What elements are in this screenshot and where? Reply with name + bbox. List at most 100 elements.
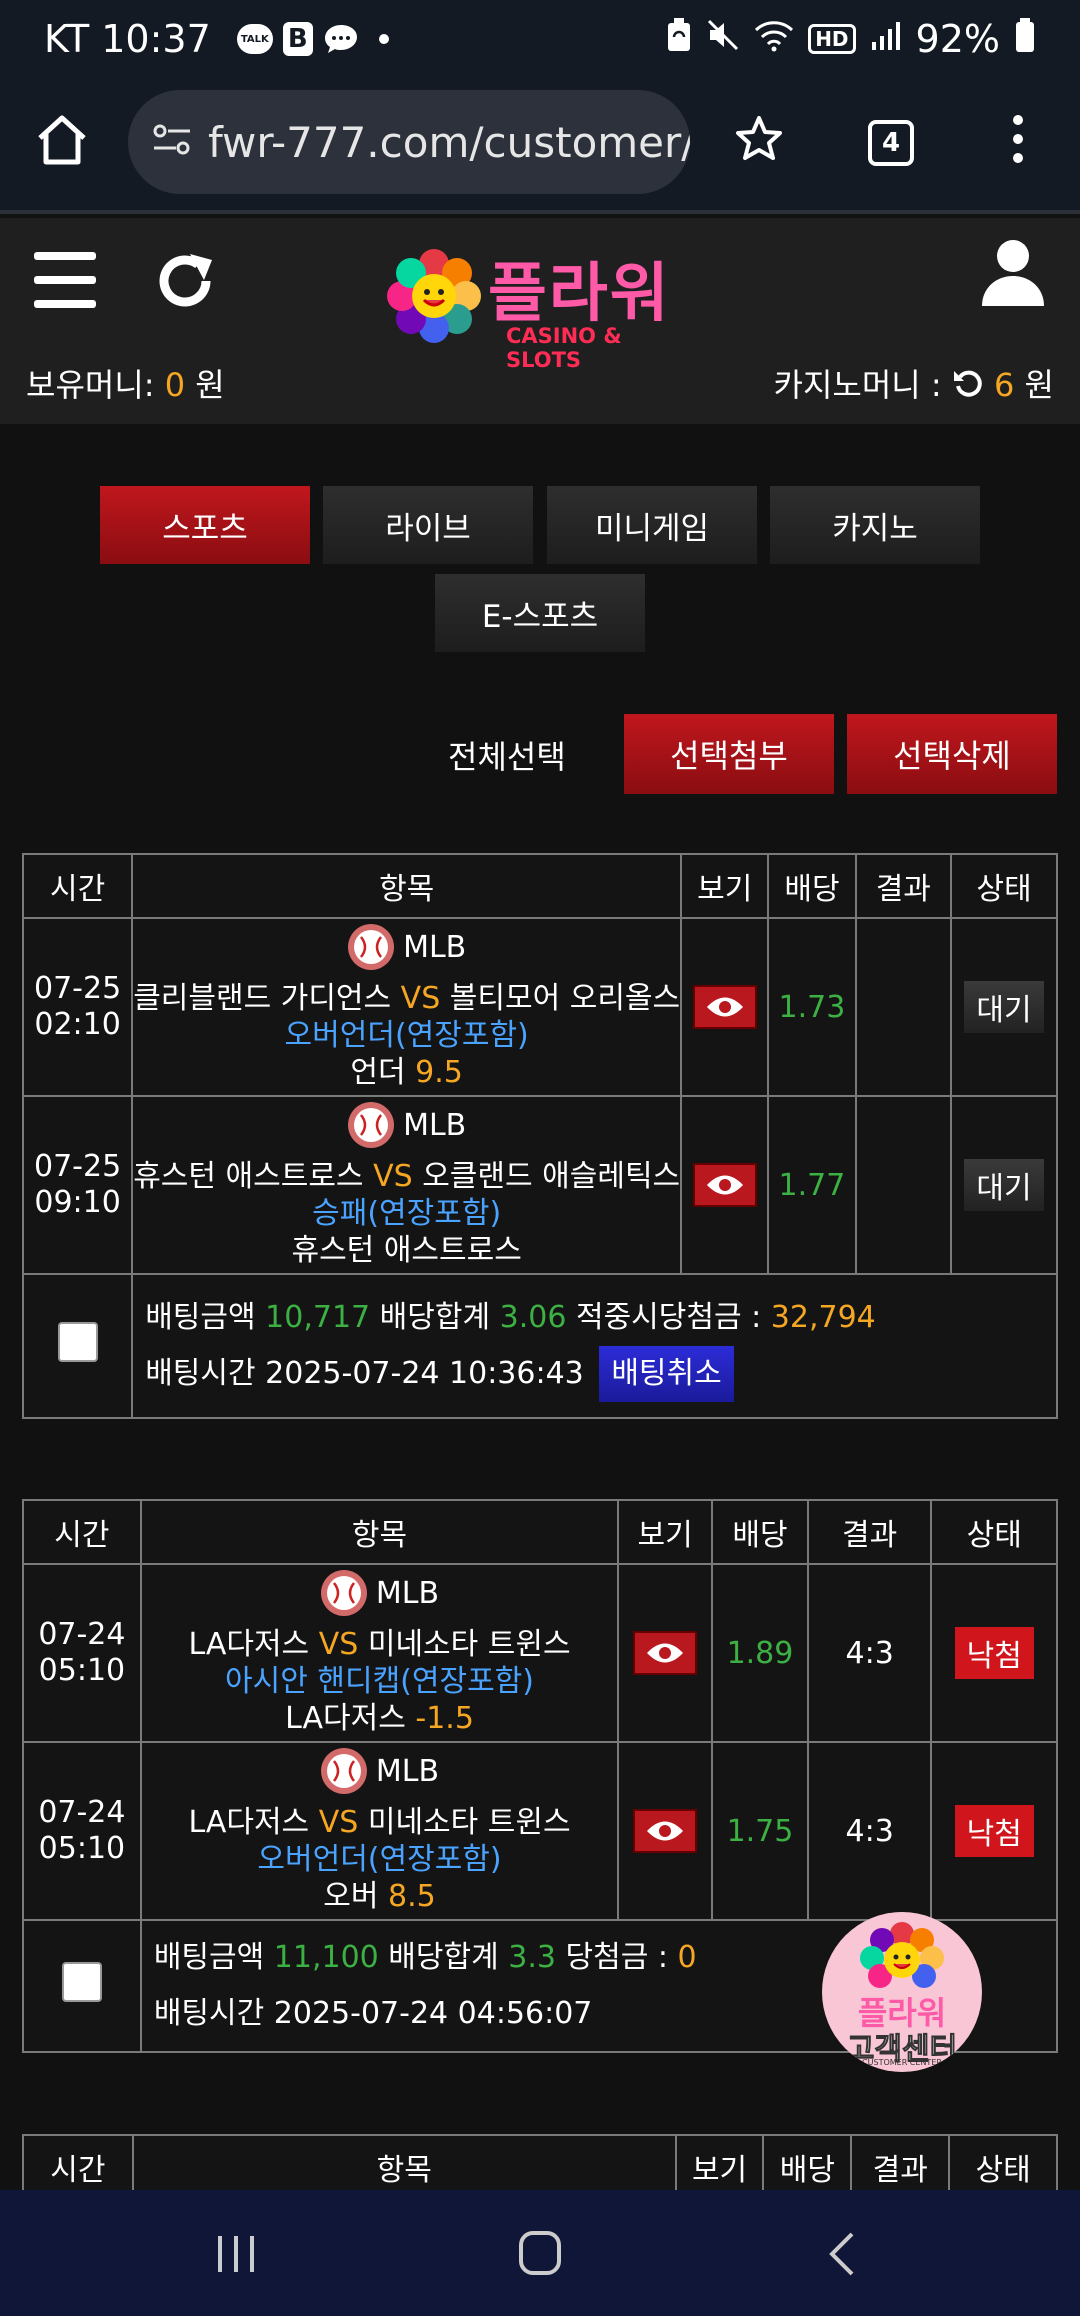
tab-esports[interactable]: E-스포츠 <box>435 574 645 652</box>
casino-refresh-icon[interactable] <box>952 367 984 407</box>
tab-live[interactable]: 라이브 <box>323 486 533 564</box>
header-odds: 배당 <box>711 1499 809 1565</box>
cs-sublabel: CUSTOMER CENTER <box>862 2058 942 2067</box>
odds-value: 1.89 <box>711 1563 809 1743</box>
market-name: 승패(연장포함) <box>312 1196 502 1231</box>
match-datetime: 07-24 05:10 <box>22 1563 142 1743</box>
header-view: 보기 <box>617 1499 714 1565</box>
cancel-bet-button[interactable]: 배팅취소 <box>599 1346 734 1402</box>
hd-voice-icon: HD <box>808 24 856 54</box>
wallet-unit: 원 <box>195 366 225 404</box>
table-row: 07-25 02:10 MLB 클리블랜드 가디언스 VS 볼티모어 오리올스 오… <box>21 917 1058 1097</box>
header-time: 시간 <box>22 1499 142 1565</box>
recycle-icon <box>666 17 692 62</box>
view-eye-icon[interactable] <box>692 985 757 1029</box>
result-value: 4:3 <box>806 1741 933 1921</box>
header-view: 보기 <box>680 853 770 919</box>
match-datetime: 07-25 02:10 <box>21 917 134 1097</box>
league-name: MLB <box>375 1575 440 1611</box>
home-icon[interactable] <box>34 112 90 172</box>
delete-selected-button[interactable]: 선택삭제 <box>847 714 1057 794</box>
recent-apps-icon[interactable] <box>214 2234 258 2278</box>
more-menu-icon[interactable] <box>1008 114 1028 168</box>
baseball-icon <box>347 1101 395 1149</box>
refresh-icon[interactable] <box>150 246 220 316</box>
market-name: 아시안 핸디캡(연장포함) <box>225 1664 534 1699</box>
kakaotalk-icon: TALK <box>236 24 273 54</box>
attach-selected-button[interactable]: 선택첨부 <box>624 714 834 794</box>
market-name: 오버언더(연장포함) <box>257 1842 502 1877</box>
site-logo[interactable]: 플라워 CASINO & SLOTS <box>384 236 704 372</box>
casino-label: 카지노머니 : <box>773 366 942 404</box>
tab-minigame[interactable]: 미니게임 <box>547 486 757 564</box>
odds-value: 1.73 <box>767 917 857 1097</box>
logo-subtitle: CASINO & SLOTS <box>506 324 622 372</box>
status-badge: 낙첨 <box>954 1627 1034 1679</box>
header-odds: 배당 <box>767 853 857 919</box>
wifi-icon <box>754 17 794 61</box>
url-text: fwr-777.com/customer/b <box>208 117 690 167</box>
league-name: MLB <box>403 929 467 965</box>
battery-icon <box>1014 17 1036 62</box>
status-badge: 낙첨 <box>954 1805 1034 1857</box>
result-value: 4:3 <box>806 1563 933 1743</box>
bet-summary-row: 배팅금액 10,717 배당합계 3.06 적중시당첨금 : 32,794 배팅… <box>21 1273 1058 1419</box>
match-info: MLB LA다저스 VS 미네소타 트윈스 오버언더(연장포함) 오버 8.5 <box>139 1741 620 1921</box>
casino-unit: 원 <box>1024 366 1054 404</box>
tab-casino[interactable]: 카지노 <box>770 486 980 564</box>
header-status: 상태 <box>950 853 1058 919</box>
table-row: 07-24 05:10 MLB LA다저스 VS 미네소타 트윈스 아시안 핸디캡… <box>22 1563 1058 1743</box>
wallet-value: 0 <box>164 366 186 404</box>
bookmark-star-icon[interactable] <box>734 114 784 168</box>
message-icon <box>323 23 359 55</box>
view-eye-icon[interactable] <box>633 1809 698 1853</box>
status-time: KT 10:37 <box>44 17 211 61</box>
user-account-icon[interactable] <box>980 238 1046 308</box>
browser-toolbar: fwr-777.com/customer/b 4 <box>0 78 1080 214</box>
menu-icon[interactable] <box>34 252 96 308</box>
flower-logo-icon <box>387 249 481 343</box>
match-info: MLB 휴스턴 애스트로스 VS 오클랜드 애슬레틱스 승패(연장포함) 휴스턴… <box>131 1095 683 1275</box>
tab-switcher-button[interactable]: 4 <box>868 120 914 166</box>
mute-icon <box>706 17 740 61</box>
header-item: 항목 <box>139 1499 620 1565</box>
site-settings-icon[interactable] <box>152 122 192 162</box>
bet-select-checkbox[interactable] <box>57 1322 98 1362</box>
result-value <box>854 917 953 1097</box>
back-icon[interactable] <box>826 2230 856 2282</box>
logo-title: 플라워 <box>488 257 671 331</box>
match-info: MLB LA다저스 VS 미네소타 트윈스 아시안 핸디캡(연장포함) LA다저… <box>139 1563 620 1743</box>
notification-dot-icon <box>378 34 389 44</box>
table-header-row: 시간 항목 보기 배당 결과 상태 <box>22 1499 1058 1565</box>
battery-text: 92% <box>915 17 1000 61</box>
match-info: MLB 클리블랜드 가디언스 VS 볼티모어 오리올스 오버언더(연장포함) 언… <box>131 917 683 1097</box>
system-nav-bar <box>0 2190 1080 2316</box>
band-icon: B <box>282 22 313 56</box>
match-datetime: 07-24 05:10 <box>22 1741 142 1921</box>
market-name: 오버언더(연장포함) <box>284 1018 529 1053</box>
view-eye-icon[interactable] <box>692 1163 757 1207</box>
status-badge: 대기 <box>964 981 1044 1033</box>
header-item: 항목 <box>131 853 683 919</box>
view-eye-icon[interactable] <box>633 1631 698 1675</box>
bet-select-checkbox[interactable] <box>61 1962 102 2002</box>
baseball-icon <box>320 1747 368 1795</box>
league-name: MLB <box>403 1107 467 1143</box>
result-value <box>854 1095 953 1275</box>
odds-value: 1.77 <box>767 1095 857 1275</box>
home-nav-icon[interactable] <box>518 2230 562 2280</box>
header-result: 결과 <box>854 853 953 919</box>
odds-value: 1.75 <box>711 1741 809 1921</box>
tab-sports[interactable]: 스포츠 <box>100 486 310 564</box>
select-all-button[interactable]: 전체선택 <box>448 732 566 778</box>
baseball-icon <box>347 923 395 971</box>
league-name: MLB <box>375 1753 440 1789</box>
customer-center-button[interactable]: 플라워 고객센터 CUSTOMER CENTER <box>822 1912 982 2072</box>
address-bar[interactable]: fwr-777.com/customer/b <box>128 90 690 194</box>
match-datetime: 07-25 09:10 <box>21 1095 134 1275</box>
table-row: 07-25 09:10 MLB 휴스턴 애스트로스 VS 오클랜드 애슬레틱스 승… <box>21 1095 1058 1275</box>
casino-value: 6 <box>994 366 1015 404</box>
casino-balance: 카지노머니 : 6 원 <box>774 360 1054 407</box>
site-header: 플라워 CASINO & SLOTS 보유머니: 0 원 카지노머니 : 6 원 <box>0 218 1080 424</box>
status-bar: KT 10:37 TALK B HD 92% <box>0 0 1080 78</box>
